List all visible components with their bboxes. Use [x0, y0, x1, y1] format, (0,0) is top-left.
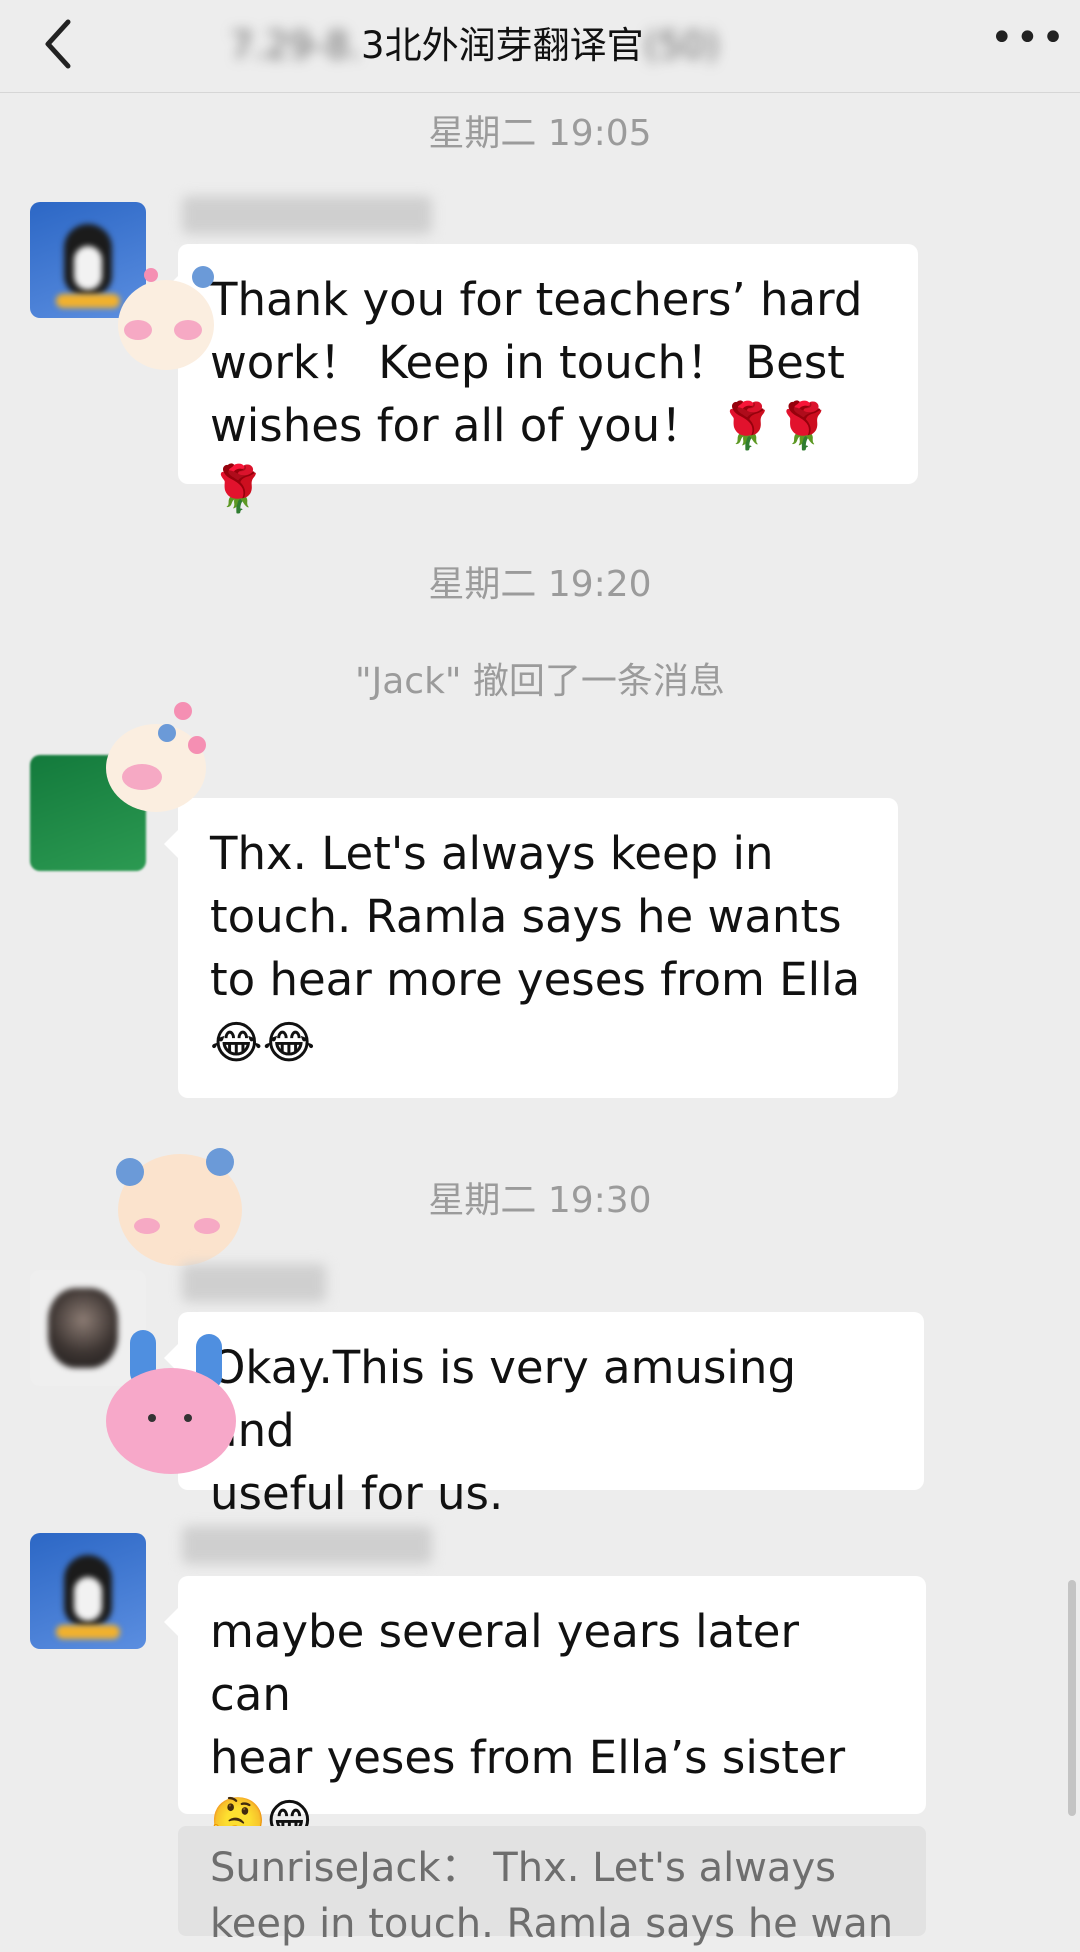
timestamp: 星期二 19:20	[428, 564, 652, 605]
message-line: maybe several years later can	[210, 1605, 799, 1721]
message-line: useful for us.	[210, 1467, 504, 1520]
chat-header: 7.29-8.3北外润芽翻译官(50) •••	[0, 0, 1080, 93]
message-line: 😂😂	[210, 1016, 316, 1069]
quote-line: SunriseJack： Thx. Let's always	[210, 1845, 836, 1891]
bunny-sticker-icon	[100, 1330, 240, 1480]
message-bubble[interactable]: maybe several years later can hear yeses…	[164, 1576, 926, 1847]
avatar[interactable]	[30, 1533, 146, 1649]
group-title[interactable]: 7.29-8.3北外润芽翻译官(50)	[230, 16, 890, 76]
recall-notice: "Jack" 撤回了一条消息	[355, 661, 725, 702]
timestamp: 星期二 19:30	[428, 1180, 652, 1221]
message-line: Thank you for teachers’ hard	[210, 273, 863, 326]
bear-sticker-icon	[108, 262, 228, 372]
message-line: work！ Keep in touch！ Best	[210, 336, 845, 389]
group-title-blurred-prefix: 7.29-8.	[230, 24, 362, 67]
message-bubble[interactable]: Thx. Let's always keep in touch. Ramla s…	[164, 798, 898, 1098]
message-line: wishes for all of you！ 🌹🌹🌹	[210, 399, 832, 515]
message-line: Okay.This is very amusing and	[210, 1341, 797, 1457]
scrollbar[interactable]	[1068, 1580, 1076, 1816]
sender-name-blurred	[182, 196, 432, 234]
sender-name-blurred	[182, 1526, 432, 1564]
message-line: touch. Ramla says he wants	[210, 890, 842, 943]
chevron-left-icon[interactable]	[38, 14, 82, 74]
more-options-icon[interactable]: •••	[990, 18, 1065, 58]
timestamp: 星期二 19:05	[428, 113, 652, 154]
message-bubble[interactable]: Thank you for teachers’ hard work！ Keep …	[164, 244, 918, 515]
message-line: Thx. Let's always keep in	[210, 827, 774, 880]
quote-line: keep in touch. Ramla says he wan	[210, 1901, 894, 1947]
sender-name-blurred	[182, 1264, 326, 1302]
message-line: hear yeses from Ella’s sister	[210, 1731, 846, 1784]
group-title-text: 3北外润芽翻译官	[361, 24, 644, 67]
bear-sticker-icon	[98, 702, 218, 816]
message-bubble[interactable]: Okay.This is very amusing and useful for…	[164, 1312, 924, 1520]
group-title-blurred-suffix: (50)	[643, 24, 720, 67]
message-line: to hear more yeses from Ella	[210, 953, 861, 1006]
